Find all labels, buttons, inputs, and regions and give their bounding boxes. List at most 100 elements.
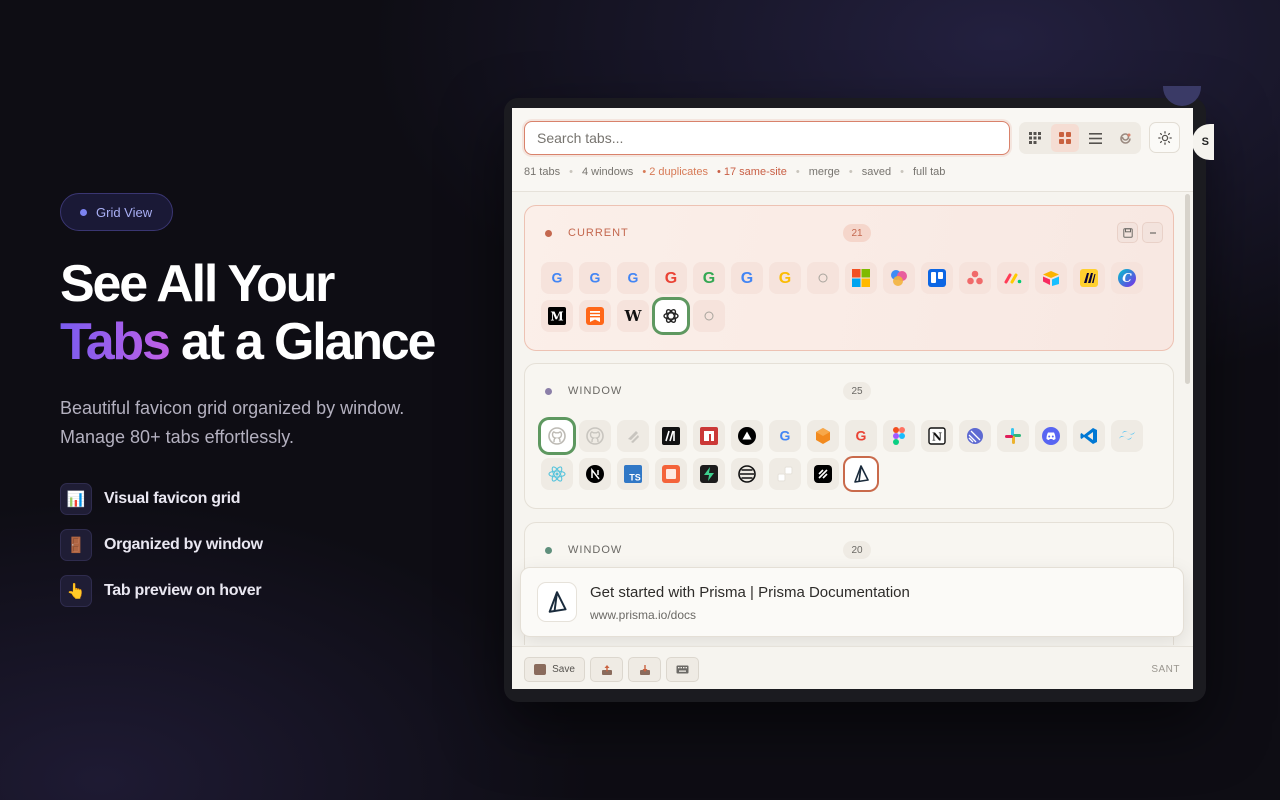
list-icon (1088, 132, 1102, 144)
blank-page-favicon[interactable] (693, 300, 725, 332)
headline-line-2: Tabs at a Glance (60, 313, 436, 371)
theme-toggle-button[interactable] (1149, 122, 1180, 153)
notion-favicon[interactable]: N (921, 420, 953, 452)
svg-text:W: W (624, 307, 642, 325)
github-favicon[interactable] (541, 420, 573, 452)
wikipedia-favicon[interactable]: W (617, 300, 649, 332)
microsoft-favicon[interactable] (845, 262, 877, 294)
svg-text:G: G (552, 270, 563, 286)
duplicates-filter[interactable]: 2 duplicates (642, 166, 708, 178)
separator: • (795, 166, 800, 178)
headline-rest: at a Glance (180, 313, 436, 371)
typescript-favicon[interactable]: TS (617, 458, 649, 490)
window-header: WINDOW 25 (525, 364, 1173, 420)
supabase-favicon[interactable] (693, 458, 725, 490)
preview-url: www.prisma.io/docs (590, 608, 697, 622)
svg-text:N: N (932, 431, 942, 444)
medium-favicon[interactable]: M (541, 300, 573, 332)
window-card: WINDOW 25 G G N TS (524, 363, 1174, 509)
separator: • (900, 166, 904, 178)
save-window-button[interactable] (1117, 222, 1138, 243)
feature-label: Organized by window (104, 536, 263, 553)
linear-favicon[interactable] (959, 420, 991, 452)
scrollbar[interactable] (1185, 194, 1190, 384)
google-favicon[interactable]: G (769, 420, 801, 452)
same-site-filter[interactable]: 17 same-site (717, 166, 787, 178)
compact-grid-view-button[interactable] (1021, 124, 1048, 152)
tailwind-favicon[interactable] (1111, 420, 1143, 452)
grid-view-button[interactable] (1051, 124, 1079, 152)
search-input[interactable] (524, 121, 1010, 155)
zed-favicon[interactable] (807, 458, 839, 490)
nextjs-favicon[interactable] (579, 458, 611, 490)
saved-action[interactable]: saved (862, 166, 891, 178)
sandbox-favicon[interactable] (655, 458, 687, 490)
popup-footer: Save SANT (512, 646, 1193, 689)
keyboard-icon (676, 665, 689, 674)
chatgpt-favicon[interactable] (655, 300, 687, 332)
vscode-favicon[interactable] (1073, 420, 1105, 452)
headline-line-1: See All Your (60, 255, 335, 313)
planetscale-favicon[interactable] (731, 458, 763, 490)
pointing-hand-icon: 👆 (60, 575, 92, 607)
tab-count: 81 tabs (524, 166, 561, 178)
google-favicon[interactable]: G (579, 262, 611, 294)
window-tab-count: 20 (843, 541, 871, 559)
google-favicon[interactable]: G (731, 262, 763, 294)
grid-view-badge: Grid View (60, 193, 174, 231)
svg-text:G: G (779, 270, 791, 287)
substack-favicon[interactable] (579, 300, 611, 332)
preview-title: Get started with Prisma | Prisma Documen… (590, 584, 910, 601)
window-tab-count: 25 (843, 382, 871, 400)
separator: • (848, 166, 853, 178)
discord-favicon[interactable] (1035, 420, 1067, 452)
canva-favicon[interactable]: C (1111, 262, 1143, 294)
merge-action[interactable]: merge (809, 166, 840, 178)
export-button[interactable] (590, 657, 623, 682)
google-favicon[interactable]: G (617, 262, 649, 294)
google-favicon[interactable]: G (541, 262, 573, 294)
react-favicon[interactable] (541, 458, 573, 490)
list-view-button[interactable] (1082, 124, 1109, 152)
window-color-dot (545, 547, 552, 554)
feature-item: 👆 Tab preview on hover (60, 575, 263, 607)
svg-text:G: G (628, 270, 639, 286)
trello-favicon[interactable] (921, 262, 953, 294)
keyboard-shortcuts-button[interactable] (666, 657, 699, 682)
github-favicon[interactable] (579, 420, 611, 452)
tab-preview: Get started with Prisma | Prisma Documen… (520, 567, 1184, 637)
figma-favicon[interactable] (883, 420, 915, 452)
save-session-button[interactable]: Save (524, 657, 585, 682)
copilot-favicon[interactable] (883, 262, 915, 294)
google-favicon[interactable]: G (693, 262, 725, 294)
slack-favicon[interactable] (997, 420, 1029, 452)
google-favicon[interactable]: G (655, 262, 687, 294)
airtable-favicon[interactable] (1035, 262, 1067, 294)
mdn-favicon[interactable] (655, 420, 687, 452)
npm-favicon[interactable] (693, 420, 725, 452)
spiral-view-button[interactable] (1112, 124, 1139, 152)
stackblitz-favicon[interactable] (617, 420, 649, 452)
favicon-grid: G G G G G G G C M W (541, 262, 1161, 332)
badge-label: Grid View (96, 204, 153, 220)
google-favicon[interactable]: G (845, 420, 877, 452)
bar-chart-icon: 📊 (60, 483, 92, 515)
feature-item: 📊 Visual favicon grid (60, 483, 263, 515)
save-label: Save (552, 664, 575, 675)
asana-favicon[interactable] (959, 262, 991, 294)
blank-page-favicon[interactable] (807, 262, 839, 294)
miro-favicon[interactable] (1073, 262, 1105, 294)
prisma-favicon[interactable] (845, 458, 877, 490)
minus-icon (1149, 231, 1156, 234)
window-card-current: CURRENT 21 G G G G G G G C M W (524, 205, 1174, 351)
import-button[interactable] (628, 657, 661, 682)
render-favicon[interactable] (769, 458, 801, 490)
aws-favicon[interactable] (807, 420, 839, 452)
svg-text:G: G (703, 270, 715, 287)
vercel-favicon[interactable] (731, 420, 763, 452)
monday-favicon[interactable] (997, 262, 1029, 294)
full-tab-action[interactable]: full tab (913, 166, 945, 178)
collapse-window-button[interactable] (1142, 222, 1163, 243)
google-favicon[interactable]: G (769, 262, 801, 294)
popup-header: 81 tabs • 4 windows 2 duplicates 17 same… (512, 108, 1193, 192)
